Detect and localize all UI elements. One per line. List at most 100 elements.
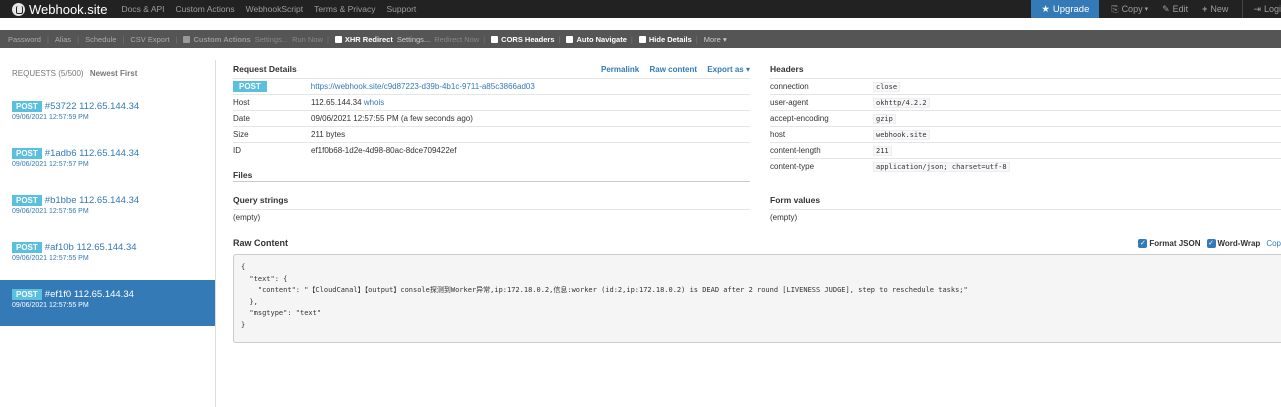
header-row: connection close	[770, 78, 1281, 94]
id-label: ID	[233, 146, 241, 155]
size-value: 211 bytes	[311, 130, 346, 139]
request-ip: 112.65.144.34	[79, 195, 140, 206]
request-summary: POST #af10b 112.65.144.34	[12, 242, 215, 253]
brand-link[interactable]: Webhook.site	[12, 2, 108, 17]
upgrade-button[interactable]: ★ Upgrade	[1031, 0, 1100, 18]
request-id: #af10b	[44, 242, 74, 253]
request-item-selected[interactable]: POST #ef1f0 112.65.144.34 09/06/2021 12:…	[0, 280, 215, 326]
raw-content-link[interactable]: Raw content	[649, 65, 697, 74]
toolbar-divider: |	[122, 34, 125, 44]
requests-count: REQUESTS (5/500)	[12, 69, 84, 78]
header-value: okhttp/4.2.2	[873, 97, 930, 108]
copy-raw-link[interactable]: Cop	[1266, 239, 1281, 248]
brand-name: Webhook.site	[29, 1, 108, 17]
edit-button[interactable]: ✎ Edit	[1162, 4, 1188, 15]
more-dropdown[interactable]: More ▾	[704, 35, 727, 44]
cors-headers-checkbox[interactable]	[491, 35, 499, 43]
host-label: Host	[233, 98, 250, 107]
nav-terms-privacy[interactable]: Terms & Privacy	[314, 4, 375, 14]
nav-webhookscript[interactable]: WebhookScript	[246, 4, 303, 14]
form-values-title: Form values	[770, 195, 821, 205]
header-row: accept-encoding gzip	[770, 110, 1281, 126]
password-button[interactable]: Password	[8, 35, 41, 44]
sort-newest-first[interactable]: Newest First	[90, 69, 138, 78]
request-item[interactable]: POST #b1bbe 112.65.144.34 09/06/2021 12:…	[0, 186, 215, 232]
headers-panel: Headers connection close user-agent okht…	[770, 60, 1281, 174]
schedule-button[interactable]: Schedule	[85, 35, 116, 44]
id-row: ID ef1f0b68-1d2e-4d98-80ac-8dce709422ef	[233, 142, 750, 158]
header-value: application/json; charset=utf-8	[873, 161, 1010, 172]
query-strings-title: Query strings	[233, 195, 289, 205]
url-row: POST https://webhook.site/c9d87223-d39b-…	[233, 78, 750, 94]
header-row: user-agent okhttp/4.2.2	[770, 94, 1281, 110]
raw-content-body: { "text": { "content": "【CloudCanal】【out…	[233, 254, 1281, 343]
nav-support[interactable]: Support	[386, 4, 416, 14]
header-key: user-agent	[770, 98, 809, 107]
format-json-toggle[interactable]: ✓ Format JSON	[1138, 238, 1201, 248]
requests-sidebar: REQUESTS (5/500) Newest First POST #5372…	[0, 60, 216, 407]
navbar-divider	[1242, 0, 1244, 18]
custom-actions-checkbox[interactable]	[183, 35, 191, 43]
header-row: content-type application/json; charset=u…	[770, 158, 1281, 174]
request-item[interactable]: POST #af10b 112.65.144.34 09/06/2021 12:…	[0, 233, 215, 279]
header-key: content-length	[770, 146, 821, 155]
login-button[interactable]: ⇥ Logi	[1253, 4, 1281, 15]
word-wrap-toggle[interactable]: ✓ Word-Wrap	[1206, 238, 1260, 248]
permalink-link[interactable]: Permalink	[601, 65, 639, 74]
custom-actions-run-now[interactable]: Run Now	[292, 35, 323, 44]
header-value: gzip	[873, 113, 896, 124]
request-date: 09/06/2021 12:57:55 PM	[12, 255, 89, 262]
request-ip: 112.65.144.34	[73, 289, 134, 300]
edit-icon: ✎	[1162, 3, 1170, 14]
custom-actions-settings[interactable]: Settings...	[255, 35, 288, 44]
request-ip: 112.65.144.34	[79, 148, 140, 159]
redirect-now-button[interactable]: Redirect Now	[434, 35, 479, 44]
header-value: close	[873, 81, 901, 92]
header-value: webhook.site	[873, 129, 930, 140]
toolbar-divider: |	[558, 34, 561, 44]
nav-custom-actions[interactable]: Custom Actions	[176, 4, 235, 14]
method-badge: POST	[12, 148, 42, 159]
caret-down-icon: ▾	[1144, 6, 1149, 13]
export-as-dropdown[interactable]: Export as ▾	[707, 65, 750, 74]
form-values-value: (empty)	[770, 212, 798, 222]
hide-details-checkbox[interactable]	[638, 35, 646, 43]
star-icon: ★	[1041, 3, 1050, 15]
query-strings-row: (empty)	[233, 209, 750, 224]
copy-dropdown[interactable]: ⎘ Copy ▾	[1111, 4, 1148, 15]
method-badge: POST	[12, 289, 42, 300]
request-date: 09/06/2021 12:57:59 PM	[12, 114, 89, 121]
request-date: 09/06/2021 12:57:56 PM	[12, 208, 89, 215]
request-summary: POST #1adb6 112.65.144.34	[12, 148, 215, 159]
header-row: host webhook.site	[770, 126, 1281, 142]
request-url-link[interactable]: https://webhook.site/c9d87223-d39b-4b1c-…	[311, 82, 535, 91]
request-id: #1adb6	[44, 148, 77, 159]
nav-docs-api[interactable]: Docs & API	[122, 4, 165, 14]
headers-header: Headers	[770, 60, 1281, 78]
request-details-panel: Request Details Permalink Raw content Ex…	[233, 60, 750, 158]
header-key: host	[770, 130, 786, 139]
request-id: #b1bbe	[44, 195, 77, 206]
xhr-redirect-checkbox[interactable]	[334, 35, 342, 43]
csv-export-button[interactable]: CSV Export	[130, 35, 169, 44]
xhr-settings[interactable]: Settings...	[397, 35, 430, 44]
copy-label: Copy	[1121, 4, 1143, 14]
new-button[interactable]: + New	[1202, 4, 1228, 14]
request-summary: POST #53722 112.65.144.34	[12, 101, 215, 112]
date-value: 09/06/2021 12:57:55 PM (a few seconds ag…	[311, 114, 473, 123]
whois-link[interactable]: whois	[364, 98, 384, 107]
request-ip: 112.65.144.34	[76, 242, 137, 253]
request-item[interactable]: POST #53722 112.65.144.34 09/06/2021 12:…	[0, 92, 215, 138]
method-badge: POST	[12, 195, 42, 206]
alias-button[interactable]: Alias	[55, 35, 71, 44]
form-values-row: (empty)	[770, 209, 1281, 224]
cors-headers-label: CORS Headers	[501, 34, 555, 44]
request-date: 09/06/2021 12:57:57 PM	[12, 161, 89, 168]
auto-navigate-label: Auto Navigate	[576, 34, 627, 44]
auto-navigate-checkbox[interactable]	[566, 35, 574, 43]
export-as-label: Export as	[707, 64, 744, 74]
request-item[interactable]: POST #1adb6 112.65.144.34 09/06/2021 12:…	[0, 139, 215, 185]
webhook-logo-icon	[12, 2, 25, 16]
size-label: Size	[233, 130, 249, 139]
edit-label: Edit	[1172, 4, 1189, 14]
